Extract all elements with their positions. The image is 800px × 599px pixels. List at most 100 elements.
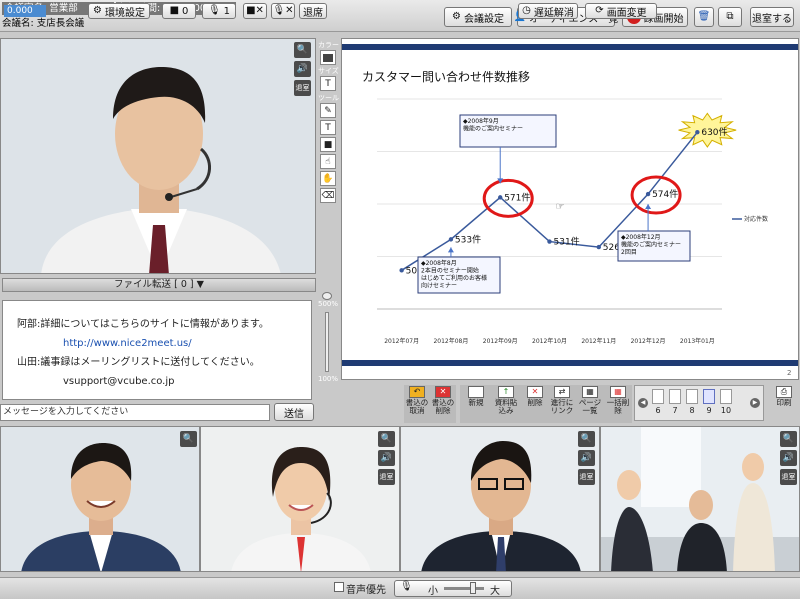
volume-low-label: 小 xyxy=(428,586,438,597)
file-transfer-bar[interactable]: ファイル転送 [ 0 ] ▼ xyxy=(2,278,316,292)
participant-volume-button[interactable]: 🔊 xyxy=(378,450,395,466)
participant-zoom-button[interactable]: 🔍 xyxy=(180,431,197,447)
mic-off-icon: 🎙✕ xyxy=(272,5,294,16)
camera-count-button[interactable]: ■ 0 xyxy=(162,3,196,19)
paste-document-button[interactable]: ↑ 資料貼込み xyxy=(493,386,519,415)
leave-seat-button[interactable]: 退席 xyxy=(299,3,327,19)
microphone-icon: 🎙 xyxy=(207,5,221,16)
camera-icon: ■ xyxy=(169,5,180,16)
data-label: 571件 xyxy=(504,191,530,203)
slide-top-band xyxy=(342,44,798,50)
annotation-text: ◆2008年8月 xyxy=(421,259,457,267)
chat-link[interactable]: http://www.nice2meet.us/ xyxy=(17,334,311,353)
volume-button[interactable]: 🔊 xyxy=(294,61,311,77)
page-list-button[interactable]: ▦ ページ一覧 xyxy=(577,386,603,415)
mic-count: 1 xyxy=(223,5,231,17)
participant-zoom-button[interactable]: 🔍 xyxy=(578,431,595,447)
undo-write-button[interactable]: ↶ 書込の取消 xyxy=(404,386,430,415)
data-point xyxy=(695,129,700,135)
page-thumbnail-number: 9 xyxy=(706,406,712,415)
tool-label: ツール xyxy=(318,94,339,102)
size-picker[interactable]: T xyxy=(320,76,336,91)
shared-document[interactable]: カスタマー問い合わせ件数推移 2 2012年07月 2012年08月 2012年09… xyxy=(341,38,799,380)
link-progress-button[interactable]: ⇄ 進行にリンク xyxy=(549,386,575,415)
new-page-label: 新規 xyxy=(468,398,484,407)
participant-exit-button[interactable]: 退室 xyxy=(378,469,395,485)
send-button[interactable]: 送信 xyxy=(274,403,314,421)
print-button[interactable]: ⎙ 印刷 xyxy=(770,386,798,407)
delay-release-button[interactable]: ◷ 遅延解消 xyxy=(518,3,578,19)
layout-button[interactable]: ⧉ xyxy=(718,7,742,27)
participant-zoom-button[interactable]: 🔍 xyxy=(780,431,797,447)
clear-write-button[interactable]: ✕ 書込の削除 xyxy=(430,386,456,415)
magnifier-icon: 🔍 xyxy=(580,434,593,444)
data-label: 531件 xyxy=(554,236,580,248)
page-prev-button[interactable]: ◀ xyxy=(638,398,648,408)
bulk-delete-label: 一括削除 xyxy=(606,398,630,415)
participant-volume-button[interactable]: 🔊 xyxy=(578,450,595,466)
page-thumbnail-number: 6 xyxy=(655,406,661,415)
page-thumbnail[interactable] xyxy=(686,389,698,404)
hand-icon: ✋ xyxy=(322,173,334,184)
pen-tool[interactable]: ✎ xyxy=(320,103,336,118)
paste-document-label: 資料貼込み xyxy=(494,398,518,415)
participant-video-4: 🔍 🔊 退室 xyxy=(600,426,800,572)
data-point xyxy=(448,237,454,242)
camera-off-button[interactable]: ■✕ xyxy=(243,3,267,19)
environment-settings-button[interactable]: ⚙ 環境設定 xyxy=(88,3,150,19)
gear-icon: ⚙ xyxy=(93,5,102,16)
new-page-icon xyxy=(468,386,484,398)
mic-count-button[interactable]: 🎙 1 xyxy=(202,3,236,19)
speaker-icon: 🔊 xyxy=(782,453,795,463)
participant-image xyxy=(231,447,371,571)
environment-settings-label: 環境設定 xyxy=(104,7,145,19)
x-tick-label: 2012年12月 xyxy=(631,337,666,345)
paste-icon: ↑ xyxy=(498,386,514,398)
data-label: 630件 xyxy=(701,126,727,138)
participant-exit-button[interactable]: 退室 xyxy=(578,469,595,485)
volume-slider[interactable] xyxy=(444,587,484,590)
annotation-text: 2回目 xyxy=(621,249,637,256)
page-thumbnail[interactable] xyxy=(652,389,664,404)
screen-change-button[interactable]: ⟳ 画面変更 xyxy=(585,3,657,19)
participant-exit-button[interactable]: 退室 xyxy=(780,469,797,485)
pointer-tool[interactable]: ☝ xyxy=(320,154,336,169)
leave-button[interactable]: 退室する xyxy=(750,7,794,27)
main-exit-button[interactable]: 退室 xyxy=(294,80,311,96)
bulk-delete-button[interactable]: ▦ 一括削除 xyxy=(605,386,631,415)
voice-priority-checkbox[interactable] xyxy=(334,582,344,592)
clear-write-label: 書込の削除 xyxy=(431,398,455,415)
hand-tool[interactable]: ✋ xyxy=(320,171,336,186)
trash-button[interactable]: 🗑 xyxy=(694,7,714,27)
delete-page-button[interactable]: ✕ 削除 xyxy=(522,386,548,407)
message-input[interactable]: メッセージを入力してください xyxy=(0,404,270,421)
eraser-icon: ⌫ xyxy=(321,190,335,201)
camera-count: 0 xyxy=(182,5,189,17)
text-tool[interactable]: T xyxy=(320,120,336,135)
zoom-button[interactable]: 🔍 xyxy=(294,42,311,58)
grid-icon: ▦ xyxy=(582,386,598,398)
shape-tool[interactable]: ■ xyxy=(320,137,336,152)
page-thumbnail[interactable] xyxy=(703,389,715,404)
page-thumbnail[interactable] xyxy=(720,389,732,404)
participant-video-3: 🔍 🔊 退室 xyxy=(400,426,600,572)
page-thumbnail[interactable] xyxy=(669,389,681,404)
meeting-settings-button[interactable]: ⚙ 会議設定 xyxy=(444,7,512,27)
participant-volume-button[interactable]: 🔊 xyxy=(780,450,797,466)
participant-zoom-button[interactable]: 🔍 xyxy=(378,431,395,447)
x-tick-label: 2012年07月 xyxy=(384,337,419,345)
color-picker[interactable] xyxy=(320,50,336,65)
new-page-button[interactable]: 新規 xyxy=(463,386,489,407)
data-point xyxy=(596,244,601,250)
page-next-button[interactable]: ▶ xyxy=(750,398,760,408)
slide-canvas: カスタマー問い合わせ件数推移 2 2012年07月 2012年08月 2012年09… xyxy=(342,39,798,379)
presenter-image xyxy=(1,39,315,273)
delete-x-icon: ✕ xyxy=(435,386,451,398)
volume-slider-handle[interactable] xyxy=(470,582,476,594)
mic-off-button[interactable]: 🎙✕ xyxy=(271,3,295,19)
eraser-tool[interactable]: ⌫ xyxy=(320,188,336,203)
link-icon: ⇄ xyxy=(554,386,570,398)
delete-page-icon: ✕ xyxy=(527,386,543,398)
magnifier-icon: 🔍 xyxy=(182,434,195,444)
layout-icon: ⧉ xyxy=(726,11,734,22)
